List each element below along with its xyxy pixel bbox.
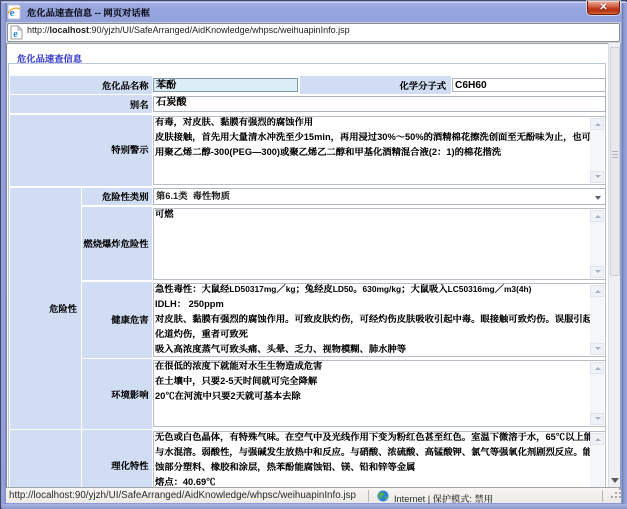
svg-text:e: e [13,29,18,40]
